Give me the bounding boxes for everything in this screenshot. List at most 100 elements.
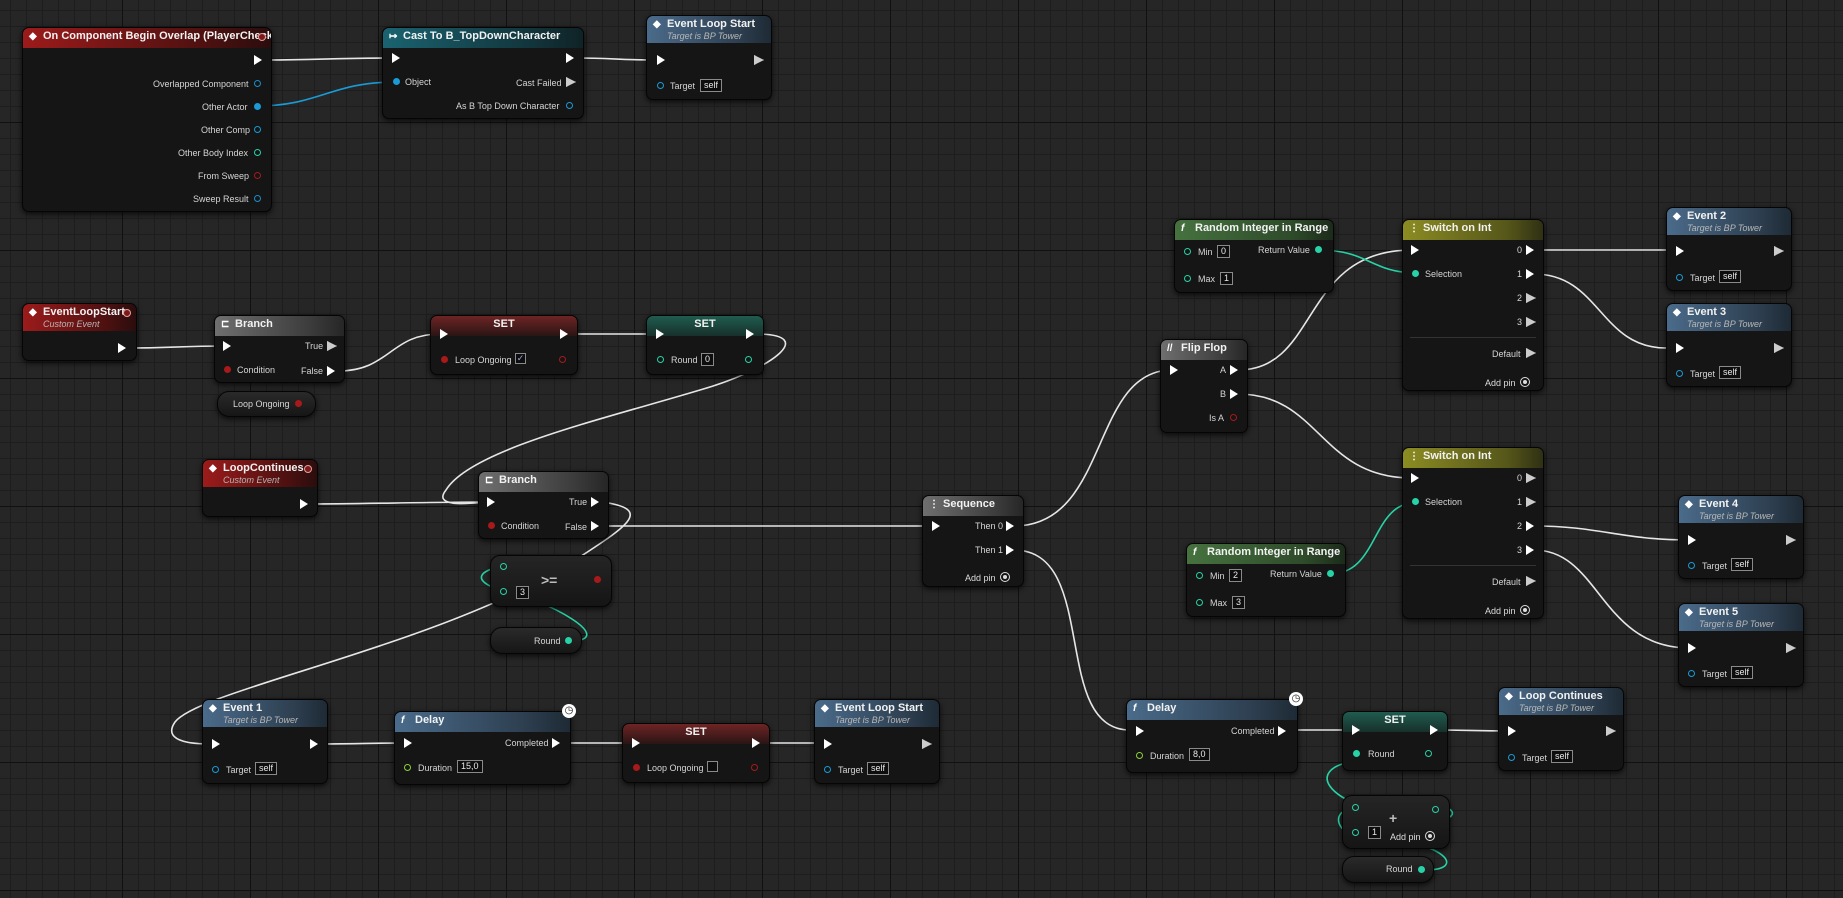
target-value[interactable]: self	[1719, 366, 1742, 379]
true-pin[interactable]	[591, 497, 599, 507]
round-out-pin[interactable]	[1425, 750, 1432, 757]
loop-ongoing-in-pin[interactable]	[441, 356, 448, 363]
round-out-pin[interactable]	[1418, 866, 1425, 873]
exec-in-pin[interactable]	[656, 329, 664, 339]
selection-pin[interactable]	[1412, 498, 1419, 505]
node-set-loop-ongoing-true[interactable]: SET	[430, 315, 578, 375]
object-pin[interactable]	[393, 78, 400, 85]
compare-b-pin[interactable]	[500, 588, 507, 595]
exec-in-pin[interactable]	[212, 739, 220, 749]
exec-in-pin[interactable]	[1676, 246, 1684, 256]
target-value[interactable]: self	[700, 79, 723, 92]
target-pin[interactable]	[824, 766, 831, 773]
target-value[interactable]: self	[255, 762, 278, 775]
exec-in-pin[interactable]	[1411, 473, 1419, 483]
a-pin[interactable]	[1230, 365, 1238, 375]
target-value[interactable]: self	[1731, 666, 1754, 679]
exec-in-pin[interactable]	[1352, 725, 1360, 735]
node-delay-1[interactable]: f Delay	[394, 711, 571, 785]
false-pin[interactable]	[327, 366, 335, 376]
condition-pin[interactable]	[224, 366, 231, 373]
exec-in-pin[interactable]	[1508, 726, 1516, 736]
target-value[interactable]: self	[1551, 750, 1574, 763]
as-character-pin[interactable]	[566, 102, 573, 109]
exec-in-pin[interactable]	[487, 497, 495, 507]
add-pin-button[interactable]: Add pin	[1485, 605, 1530, 616]
node-switch-int-2[interactable]: ⋮ Switch on Int	[1402, 447, 1544, 619]
round-out-pin[interactable]	[565, 637, 572, 644]
exec-in-pin[interactable]	[1411, 245, 1419, 255]
other-body-index-pin[interactable]	[254, 149, 261, 156]
completed-pin[interactable]	[552, 738, 560, 748]
exec-out-pin[interactable]	[746, 329, 754, 339]
round-in-pin[interactable]	[657, 356, 664, 363]
compare-b-value[interactable]: 3	[516, 586, 530, 599]
then-0-pin[interactable]	[1006, 521, 1014, 531]
exec-out-pin[interactable]	[566, 53, 574, 63]
is-a-pin[interactable]	[1230, 414, 1237, 421]
selection-pin[interactable]	[1412, 270, 1419, 277]
exec-in-pin[interactable]	[824, 739, 832, 749]
target-pin[interactable]	[1676, 370, 1683, 377]
exec-out-pin[interactable]	[118, 343, 126, 353]
max-pin[interactable]	[1196, 599, 1203, 606]
exec-in-pin[interactable]	[1170, 365, 1178, 375]
exec-in-pin[interactable]	[1676, 343, 1684, 353]
round-out-pin[interactable]	[745, 356, 752, 363]
add-pin-button[interactable]: Add pin	[1485, 377, 1530, 388]
target-value[interactable]: self	[1731, 558, 1754, 571]
max-pin[interactable]	[1184, 275, 1191, 282]
min-value[interactable]: 0	[1217, 245, 1231, 258]
case-0-pin[interactable]	[1526, 245, 1534, 255]
node-branch-1[interactable]: ⊏ Branch	[214, 315, 345, 383]
exec-in-pin[interactable]	[632, 738, 640, 748]
node-begin-overlap[interactable]: ◆ On Component Begin Overlap (PlayerCheck…	[22, 27, 272, 212]
duration-value[interactable]: 8,0	[1189, 748, 1210, 761]
case-3-pin[interactable]	[1526, 545, 1534, 555]
round-value[interactable]: 0	[701, 353, 715, 366]
return-value-pin[interactable]	[1315, 246, 1322, 253]
node-branch-2[interactable]: ⊏ Branch	[478, 471, 609, 539]
condition-pin[interactable]	[488, 522, 495, 529]
loop-ongoing-checkbox[interactable]: ✓	[515, 353, 526, 364]
add-pin-button[interactable]: Add pin	[965, 572, 1010, 583]
loop-ongoing-checkbox[interactable]	[707, 761, 718, 772]
add-b-value[interactable]: 1	[1368, 826, 1382, 839]
exec-out-pin[interactable]	[1430, 725, 1438, 735]
overlapped-component-pin[interactable]	[254, 80, 261, 87]
target-pin[interactable]	[1688, 562, 1695, 569]
completed-pin[interactable]	[1278, 726, 1286, 736]
round-in-pin[interactable]	[1353, 750, 1360, 757]
node-set-loop-ongoing-false[interactable]: SET	[622, 723, 770, 783]
exec-in-pin[interactable]	[392, 53, 400, 63]
node-set-round-increment[interactable]: SET	[1342, 711, 1448, 771]
add-out-pin[interactable]	[1432, 806, 1439, 813]
other-comp-pin[interactable]	[254, 126, 261, 133]
target-pin[interactable]	[657, 82, 664, 89]
max-value[interactable]: 3	[1232, 596, 1246, 609]
exec-in-pin[interactable]	[1688, 535, 1696, 545]
node-set-round-0[interactable]: SET	[646, 315, 764, 375]
exec-in-pin[interactable]	[404, 738, 412, 748]
then-1-pin[interactable]	[1006, 545, 1014, 555]
compare-out-pin[interactable]	[594, 576, 601, 583]
max-value[interactable]: 1	[1220, 272, 1234, 285]
duration-value[interactable]: 15,0	[457, 760, 483, 773]
false-pin[interactable]	[591, 521, 599, 531]
exec-out-pin[interactable]	[752, 738, 760, 748]
exec-out-pin[interactable]	[310, 739, 318, 749]
loop-ongoing-out-pin[interactable]	[751, 764, 758, 771]
min-value[interactable]: 2	[1229, 569, 1243, 582]
loop-ongoing-out-pin[interactable]	[559, 356, 566, 363]
case-2-pin[interactable]	[1526, 521, 1534, 531]
exec-in-pin[interactable]	[440, 329, 448, 339]
target-pin[interactable]	[1508, 754, 1515, 761]
exec-in-pin[interactable]	[223, 341, 231, 351]
exec-out-pin[interactable]	[254, 55, 262, 65]
exec-in-pin[interactable]	[932, 521, 940, 531]
node-switch-int-1[interactable]: ⋮ Switch on Int	[1402, 219, 1544, 391]
b-pin[interactable]	[1230, 389, 1238, 399]
exec-out-pin[interactable]	[560, 329, 568, 339]
target-value[interactable]: self	[867, 762, 890, 775]
target-pin[interactable]	[1688, 670, 1695, 677]
